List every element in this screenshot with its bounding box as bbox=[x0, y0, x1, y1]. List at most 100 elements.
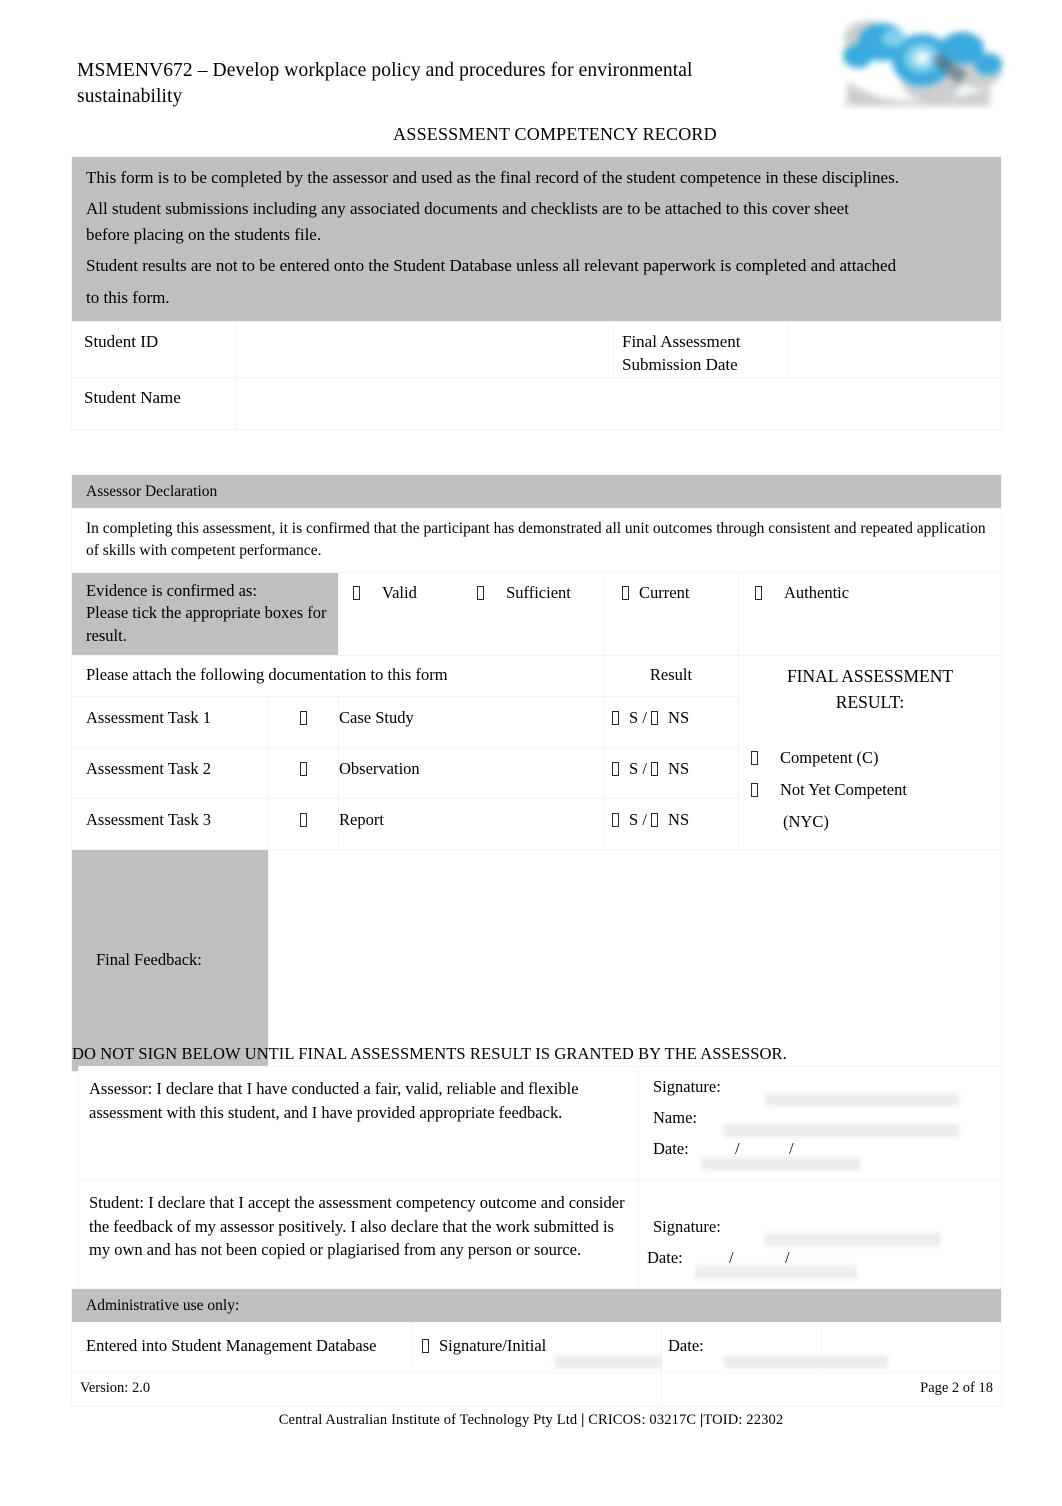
final-result-header-line2: RESULT: bbox=[835, 692, 905, 713]
administrative-header-row: Administrative use only: bbox=[70, 1288, 1003, 1323]
evidence-option-valid-cell: Valid Sufficient bbox=[338, 572, 604, 656]
instruction-line-5: to this form. bbox=[86, 287, 170, 307]
task-2-name: Assessment Task 2 bbox=[71, 746, 269, 799]
document-page: MSMENV672 – Develop workplace policy and… bbox=[0, 0, 1062, 1506]
entered-checkbox[interactable] bbox=[422, 1339, 429, 1353]
student-signature-block: Signature: Date: / / bbox=[638, 1180, 1002, 1291]
administrative-entry-row: Entered into Student Management Database… bbox=[71, 1322, 1003, 1373]
current-checkbox[interactable] bbox=[622, 586, 629, 600]
assessor-statement: In completing this assessment, it is con… bbox=[70, 508, 1003, 573]
task-1-ns-label: NS bbox=[668, 707, 690, 727]
task-1-document: Case Study bbox=[338, 695, 604, 748]
task-2-attached-checkbox[interactable] bbox=[300, 761, 307, 776]
submission-date-input[interactable] bbox=[787, 320, 1003, 378]
assessor-signature-row: Assessor: I declare that I have conducte… bbox=[78, 1066, 1002, 1181]
authentic-label: Authentic bbox=[784, 583, 850, 602]
task-2-s-checkbox[interactable] bbox=[612, 761, 619, 776]
do-not-sign-warning: DO NOT SIGN BELOW UNTIL FINAL ASSESSMENT… bbox=[72, 1044, 787, 1063]
assessor-signature-field-row: Signature: bbox=[653, 1077, 1001, 1108]
document-footer: Central Australian Institute of Technolo… bbox=[0, 1412, 1062, 1429]
version-label: Version: 2.0 bbox=[71, 1372, 662, 1407]
footer-org: Central Australian Institute of Technolo… bbox=[278, 1412, 578, 1428]
student-date-input[interactable] bbox=[695, 1266, 857, 1279]
current-label: Current bbox=[639, 583, 690, 602]
instructions-row: This form is to be completed by the asse… bbox=[70, 156, 1003, 322]
valid-label: Valid bbox=[382, 583, 417, 602]
admin-date-label: Date: bbox=[668, 1336, 704, 1355]
student-name-input[interactable] bbox=[235, 376, 1003, 430]
task-2-document: Observation bbox=[338, 746, 604, 799]
outcome-not-yet-competent-row: Not Yet Competent bbox=[751, 774, 995, 806]
submission-date-label-line2: Submission Date bbox=[622, 355, 738, 375]
admin-date-input[interactable] bbox=[724, 1355, 888, 1368]
student-id-label: Student ID bbox=[71, 320, 237, 378]
assessor-statement-row: In completing this assessment, it is con… bbox=[70, 508, 1003, 573]
sufficient-checkbox[interactable] bbox=[477, 586, 485, 600]
evidence-option-current-cell: Current bbox=[603, 572, 739, 656]
student-signature-field-row: Signature: bbox=[653, 1217, 1001, 1248]
footer-toid: TOID: 22302 bbox=[703, 1412, 784, 1428]
admin-date-cell: Date: bbox=[661, 1322, 888, 1373]
final-feedback-row: Final Feedback: bbox=[71, 848, 1003, 1072]
assessor-signature-input[interactable] bbox=[765, 1093, 959, 1106]
task-1-attached-checkbox[interactable] bbox=[300, 710, 307, 725]
task-1-s-label: S bbox=[629, 707, 639, 727]
assessor-declaration-text: Assessor: I declare that I have conducte… bbox=[78, 1066, 639, 1181]
final-result-header-line1: FINAL ASSESSMENT bbox=[786, 665, 954, 686]
caiot-logo-icon bbox=[836, 8, 1004, 112]
task-1-result-cell: S / NS bbox=[603, 695, 739, 748]
student-signature-input[interactable] bbox=[765, 1233, 941, 1246]
sufficient-label: Sufficient bbox=[506, 583, 571, 602]
task-3-ns-label: NS bbox=[668, 809, 690, 829]
administrative-heading: Administrative use only: bbox=[70, 1288, 1003, 1323]
instruction-line-2: All student submissions including any as… bbox=[86, 199, 849, 219]
task-3-s-label: S bbox=[629, 809, 639, 829]
student-id-input[interactable] bbox=[236, 320, 614, 378]
not-yet-competent-checkbox[interactable] bbox=[751, 783, 758, 798]
date-slash-2: / bbox=[789, 1139, 794, 1158]
student-name-label: Student Name bbox=[71, 376, 237, 430]
not-yet-competent-label-cont: (NYC) bbox=[783, 812, 829, 832]
signature-label: Signature: bbox=[653, 1217, 721, 1236]
evidence-row: Evidence is confirmed as: Please tick th… bbox=[71, 572, 1003, 656]
student-date-field-row: Date: / / bbox=[647, 1248, 1001, 1279]
assessor-name-input[interactable] bbox=[723, 1124, 959, 1137]
instruction-line-3: before placing on the students file. bbox=[86, 225, 322, 245]
submission-date-label: Final Assessment Submission Date bbox=[613, 320, 789, 378]
evidence-option-authentic-cell: Authentic bbox=[737, 572, 1003, 656]
signature-initial-label: Signature/Initial bbox=[439, 1336, 547, 1355]
task-2-ns-checkbox[interactable] bbox=[651, 761, 659, 776]
assessor-date-field-row: Date: / / bbox=[653, 1139, 1001, 1170]
authentic-checkbox[interactable] bbox=[755, 586, 762, 600]
task-3-separator: / bbox=[642, 809, 647, 829]
task-3-attached-checkbox[interactable] bbox=[300, 812, 307, 827]
task-3-s-checkbox[interactable] bbox=[612, 812, 619, 827]
final-feedback-input[interactable] bbox=[267, 848, 1003, 1072]
signature-declarations-table: Assessor: I declare that I have conducte… bbox=[78, 1066, 1002, 1291]
evidence-label-line1: Evidence is confirmed as: bbox=[86, 581, 257, 600]
signature-initial-cell: Signature/Initial bbox=[411, 1322, 686, 1373]
student-details-table: This form is to be completed by the asse… bbox=[70, 156, 1003, 430]
task-2-checkbox-cell bbox=[268, 746, 339, 799]
date-label: Date: bbox=[647, 1248, 683, 1267]
date-slash-2: / bbox=[785, 1248, 790, 1267]
task-3-checkbox-cell bbox=[268, 797, 339, 850]
competent-checkbox[interactable] bbox=[751, 750, 758, 765]
assessor-declaration-header-row: Assessor Declaration bbox=[70, 474, 1003, 509]
name-label: Name: bbox=[653, 1108, 697, 1127]
final-feedback-label: Final Feedback: bbox=[71, 848, 269, 1072]
task-1-s-checkbox[interactable] bbox=[612, 710, 619, 725]
document-header: MSMENV672 – Develop workplace policy and… bbox=[77, 58, 777, 110]
valid-checkbox[interactable] bbox=[353, 586, 360, 600]
task-1-checkbox-cell bbox=[268, 695, 339, 748]
assessor-declaration-table: Assessor Declaration In completing this … bbox=[70, 474, 1003, 1072]
task-3-ns-checkbox[interactable] bbox=[651, 812, 659, 827]
final-outcome-options: Competent (C) Not Yet Competent (NYC) bbox=[745, 736, 995, 845]
administrative-table: Administrative use only: Entered into St… bbox=[70, 1288, 1003, 1407]
assessor-date-input[interactable] bbox=[701, 1157, 861, 1170]
task-3-result-cell: S / NS bbox=[603, 797, 739, 850]
task-2-result-cell: S / NS bbox=[603, 746, 739, 799]
date-label: Date: bbox=[653, 1139, 689, 1158]
task-1-ns-checkbox[interactable] bbox=[651, 710, 659, 725]
page-number: Page 2 of 18 bbox=[660, 1372, 1003, 1407]
